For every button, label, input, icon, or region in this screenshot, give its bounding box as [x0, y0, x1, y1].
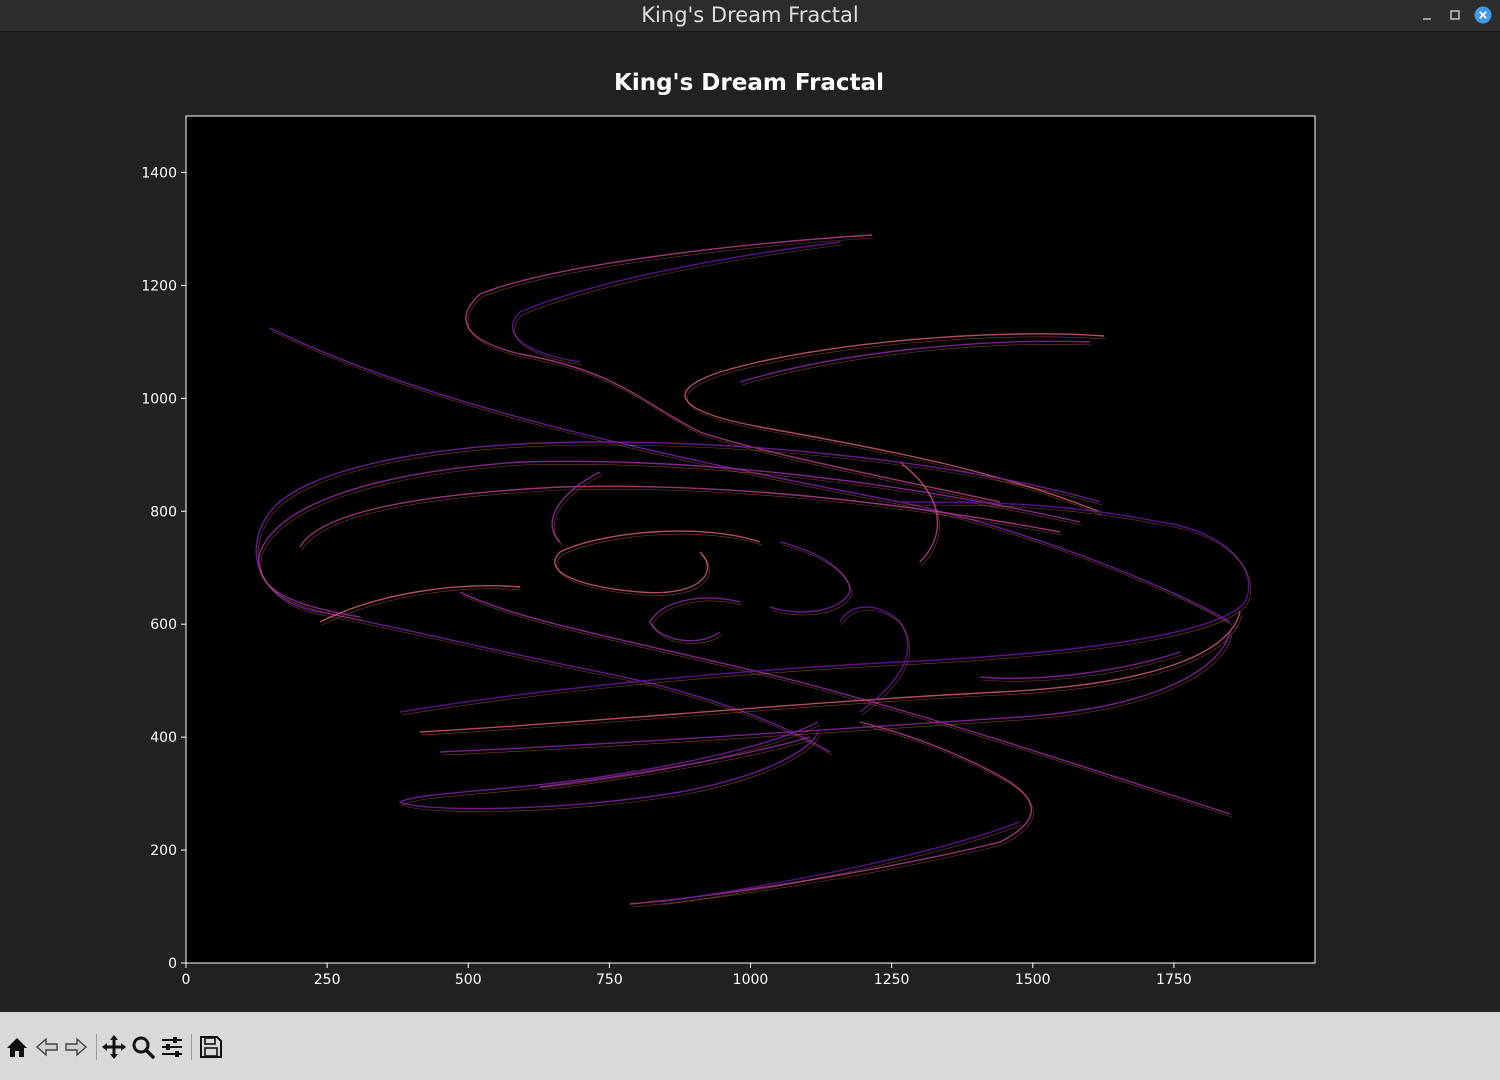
home-icon [7, 1038, 27, 1057]
back-button[interactable] [34, 1034, 60, 1060]
minimize-button[interactable] [1418, 6, 1436, 24]
save-button[interactable] [198, 1034, 224, 1060]
y-axis: 0 200 400 600 800 1000 1200 1400 [141, 165, 186, 972]
toolbar-separator [191, 1034, 192, 1060]
x-tick-label: 1500 [1015, 972, 1051, 988]
navigation-toolbar [0, 1012, 1500, 1080]
close-icon [1474, 6, 1492, 24]
y-tick-label: 800 [150, 504, 177, 520]
forward-arrow-icon [65, 1037, 88, 1057]
x-tick-label: 1250 [874, 972, 910, 988]
x-tick-label: 500 [455, 972, 482, 988]
close-button[interactable] [1474, 6, 1492, 24]
chart-title: King's Dream Fractal [614, 70, 884, 96]
magnifier-icon [132, 1036, 155, 1059]
maximize-button[interactable] [1446, 6, 1464, 24]
window-titlebar: King's Dream Fractal [0, 0, 1500, 32]
x-tick-label: 250 [314, 972, 341, 988]
floppy-disk-icon [200, 1036, 222, 1058]
back-arrow-icon [35, 1037, 58, 1057]
y-tick-label: 1400 [141, 165, 177, 181]
sliders-icon [162, 1037, 182, 1057]
y-tick-label: 0 [168, 956, 177, 972]
toolbar-separator [96, 1034, 97, 1060]
zoom-button[interactable] [130, 1034, 156, 1060]
y-tick-label: 1000 [141, 391, 177, 407]
pan-button[interactable] [101, 1034, 127, 1060]
minimize-icon [1423, 18, 1431, 20]
figure-canvas[interactable]: King's Dream Fractal 0 250 500 750 1000 1250 1… [0, 32, 1500, 1012]
configure-subplots-button[interactable] [159, 1034, 185, 1060]
move-icon [102, 1035, 126, 1059]
x-axis: 0 250 500 750 1000 1250 1500 1750 [182, 963, 1192, 988]
fractal-chart[interactable]: King's Dream Fractal 0 250 500 750 1000 1250 1… [0, 32, 1500, 1012]
maximize-icon [1450, 10, 1460, 20]
x-tick-label: 0 [182, 972, 191, 988]
x-tick-label: 750 [596, 972, 623, 988]
window-title: King's Dream Fractal [641, 3, 859, 27]
y-tick-label: 400 [150, 730, 177, 746]
y-tick-label: 1200 [141, 278, 177, 294]
y-tick-label: 600 [150, 617, 177, 633]
x-tick-label: 1750 [1156, 972, 1192, 988]
forward-button[interactable] [63, 1034, 89, 1060]
home-button[interactable] [4, 1034, 30, 1060]
x-tick-label: 1000 [733, 972, 769, 988]
y-tick-label: 200 [150, 843, 177, 859]
